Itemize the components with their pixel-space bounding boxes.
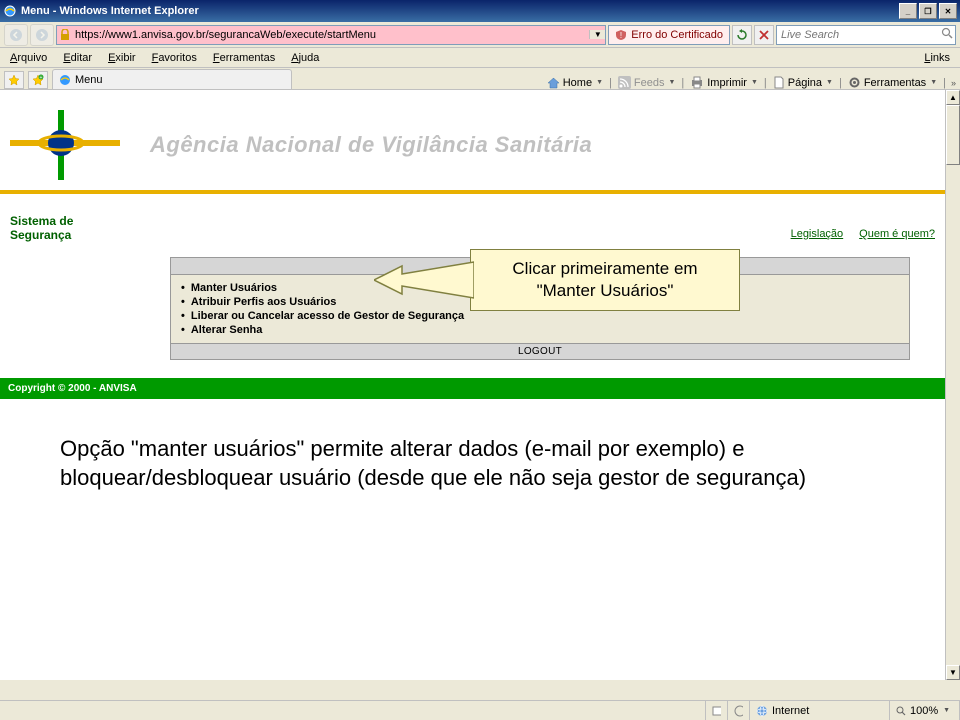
back-button[interactable] [4,24,28,46]
page-header: Agência Nacional de Vigilância Sanitária [0,90,945,190]
yellow-divider [0,190,945,194]
status-popup-icon [706,701,728,720]
print-icon [690,76,704,89]
tab-label: Menu [75,74,103,86]
restore-button[interactable]: ❐ [919,3,937,19]
link-quem-e-quem[interactable]: Quem é quem? [859,228,935,240]
menu-editar[interactable]: Editar [55,52,100,64]
ie-icon [3,4,17,18]
status-zoom[interactable]: 100% ▼ [890,701,960,720]
url-input[interactable] [73,29,589,41]
close-button[interactable]: ✕ [939,3,957,19]
copyright-bar: Copyright © 2000 - ANVISA [0,378,945,399]
address-bar[interactable]: ▼ [56,25,606,45]
page-icon [773,76,785,89]
minimize-button[interactable]: _ [899,3,917,19]
command-bar: Home▼ | Feeds▼ | Imprimir▼ | Página▼ | F… [545,76,956,89]
tab-bar: + Menu Home▼ | Feeds▼ | Imprimir▼ | Pági… [0,68,960,90]
menu-arquivo[interactable]: Arquivo [2,52,55,64]
navigation-toolbar: ▼ ! Erro do Certificado [0,22,960,48]
instruction-callout: Clicar primeiramente em "Manter Usuários… [470,249,740,311]
menu-ferramentas[interactable]: Ferramentas [205,52,283,64]
links-label[interactable]: Links [916,52,958,64]
home-icon [547,76,560,89]
page-content: Agência Nacional de Vigilância Sanitária… [0,90,960,680]
gear-icon [848,76,861,89]
anvisa-logo [10,110,120,180]
logout-button[interactable]: LOGOUT [171,343,909,359]
stop-button[interactable] [754,25,774,45]
status-phishing-icon [728,701,750,720]
window-title: Menu - Windows Internet Explorer [21,5,899,17]
svg-text:+: + [40,75,43,81]
menubar: Arquivo Editar Exibir Favoritos Ferramen… [0,48,960,68]
vertical-scrollbar[interactable]: ▲ ▼ [945,90,960,680]
system-title: Sistema de Segurança [10,214,73,243]
menu-favoritos[interactable]: Favoritos [144,52,205,64]
search-input[interactable] [777,29,939,41]
status-bar: Internet 100% ▼ [0,700,960,720]
cmd-overflow[interactable]: » [951,78,956,88]
search-box[interactable] [776,25,956,45]
scroll-up-button[interactable]: ▲ [946,90,960,105]
callout-arrow-icon [374,260,474,304]
scroll-down-button[interactable]: ▼ [946,665,960,680]
menu-exibir[interactable]: Exibir [100,52,144,64]
refresh-button[interactable] [732,25,752,45]
shield-warning-icon: ! [615,29,627,41]
agency-title: Agência Nacional de Vigilância Sanitária [150,132,592,158]
svg-text:!: ! [620,31,622,40]
status-zone[interactable]: Internet [750,701,890,720]
certificate-error[interactable]: ! Erro do Certificado [608,25,730,45]
cmd-home[interactable]: Home▼ [545,76,605,89]
window-titlebar: Menu - Windows Internet Explorer _ ❐ ✕ [0,0,960,22]
add-favorite-button[interactable]: + [28,71,48,89]
zoom-icon [896,706,906,716]
feeds-icon [618,76,631,89]
tab-menu[interactable]: Menu [52,69,292,89]
cmd-print[interactable]: Imprimir▼ [688,76,760,89]
menu-ajuda[interactable]: Ajuda [283,52,327,64]
menu-item-alterar-senha[interactable]: Alterar Senha [181,323,899,337]
search-icon[interactable] [939,27,955,42]
cmd-tools[interactable]: Ferramentas▼ [846,76,939,89]
ie-page-icon [59,74,71,86]
cmd-feeds[interactable]: Feeds▼ [616,76,678,89]
cmd-page[interactable]: Página▼ [771,76,835,89]
forward-button[interactable] [30,24,54,46]
favorites-button[interactable] [4,71,24,89]
scroll-thumb[interactable] [946,105,960,165]
explanation-text: Opção "manter usuários" permite alterar … [0,399,945,528]
lock-icon [57,29,73,41]
cert-error-text: Erro do Certificado [631,29,723,41]
link-legislacao[interactable]: Legislação [791,228,844,240]
globe-icon [756,705,768,717]
address-dropdown[interactable]: ▼ [589,30,605,39]
